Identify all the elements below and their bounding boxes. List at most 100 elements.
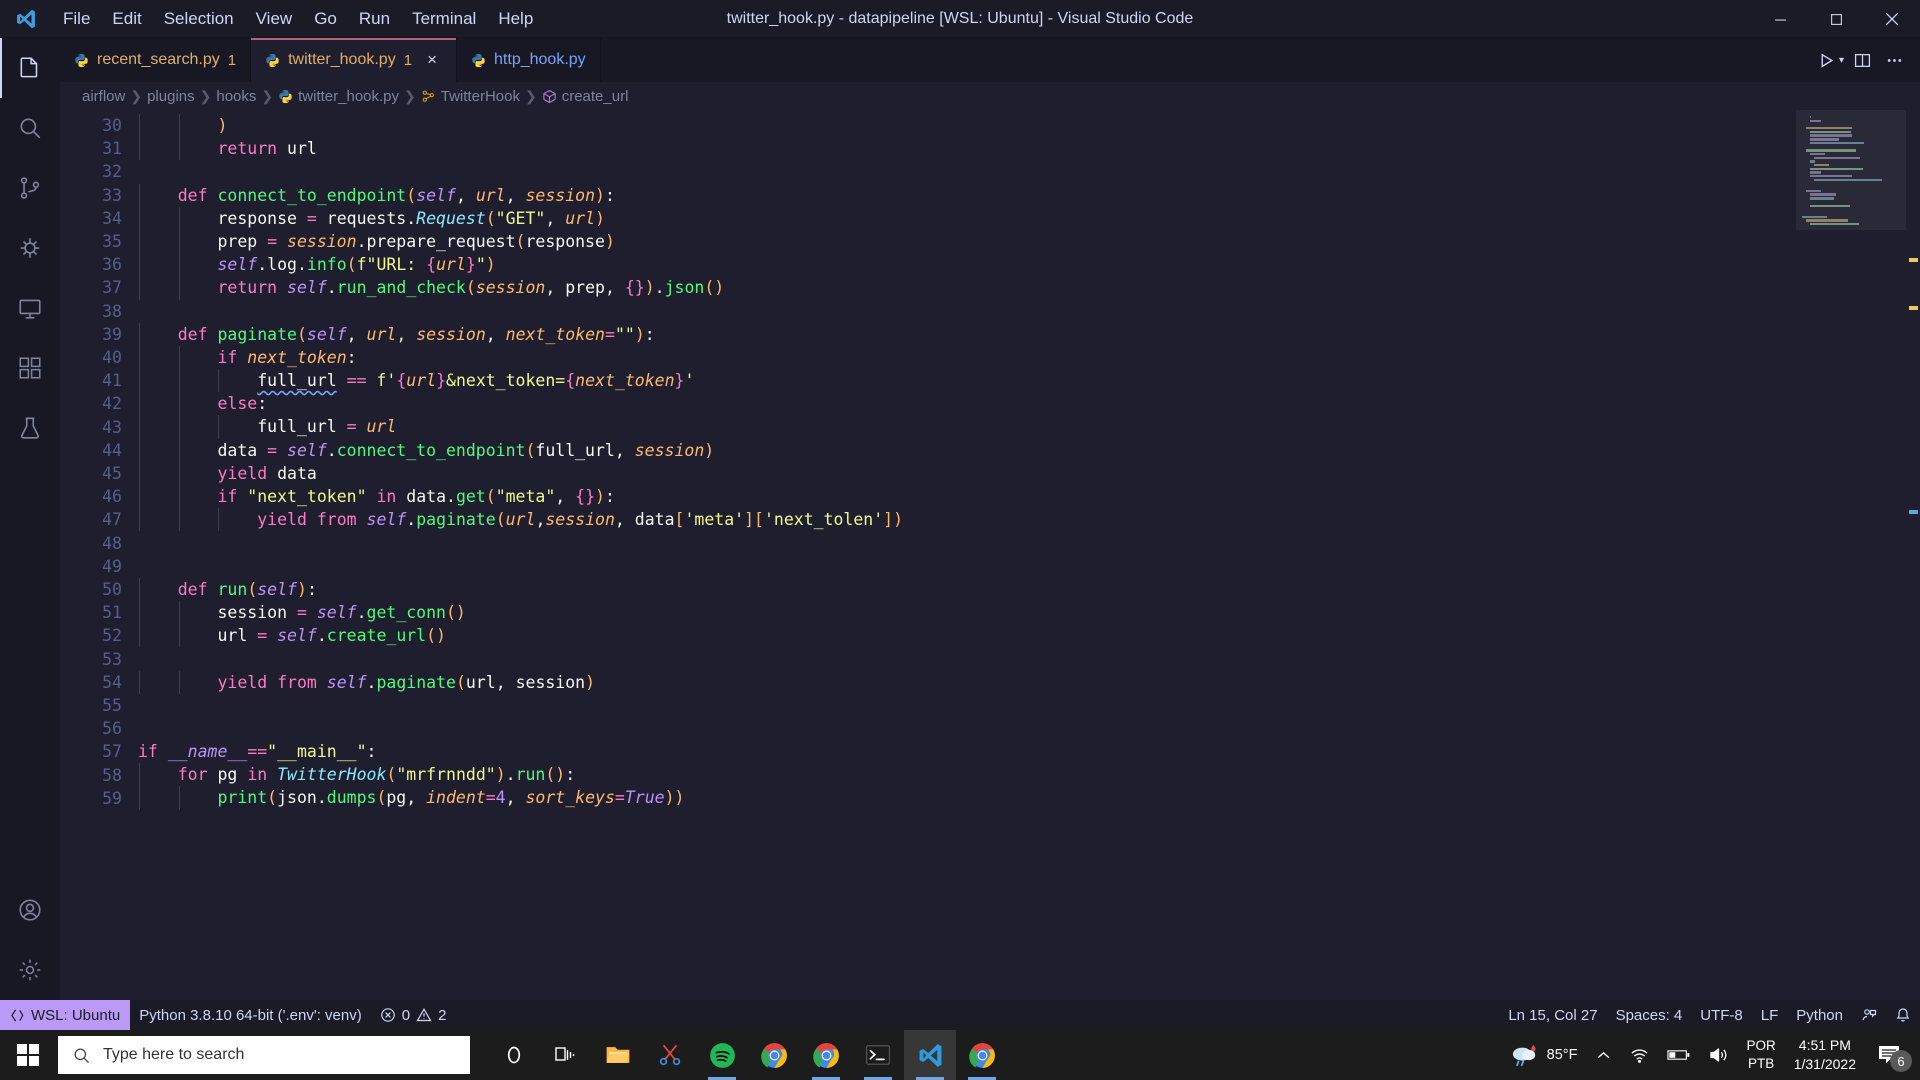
menu-edit[interactable]: Edit (101, 0, 152, 38)
code-line[interactable] (138, 531, 1796, 554)
tab-http_hook-py[interactable]: http_hook.py (457, 38, 601, 82)
notification-center-button[interactable]: 6 (1866, 1030, 1914, 1080)
editor-position-status[interactable]: Ln 15, Col 27 (1499, 1000, 1606, 1030)
code-line[interactable]: return url (138, 137, 1796, 161)
breadcrumb-item-file[interactable]: twitter_hook.py (278, 88, 399, 105)
code-editor[interactable]: 30 31 32 33 34 35 36 37 38 39 40 41 42 43 44 45 46 47 48 49… (60, 110, 1920, 1000)
code-line[interactable]: session = self.get_conn() (138, 600, 1796, 625)
code-line[interactable]: if __name__=="__main__": (138, 740, 1796, 763)
code-line[interactable]: self.log.info(f"URL: {url}") (138, 253, 1796, 277)
gear-icon[interactable] (0, 940, 60, 1000)
search-icon[interactable] (0, 98, 60, 158)
code-line[interactable] (138, 300, 1796, 323)
code-line[interactable] (138, 647, 1796, 670)
vscode-icon[interactable] (904, 1030, 956, 1080)
spotify-icon[interactable] (696, 1030, 748, 1080)
code-line[interactable]: def connect_to_endpoint(self, url, sessi… (138, 183, 1796, 207)
editor-eol-status[interactable]: LF (1752, 1000, 1788, 1030)
chrome-icon[interactable] (956, 1030, 1008, 1080)
menu-go[interactable]: Go (303, 0, 348, 38)
code-line[interactable]: if "next_token" in data.get("meta", {}): (138, 485, 1796, 509)
ellipsis-icon[interactable] (1880, 46, 1908, 74)
code-line[interactable]: yield data (138, 461, 1796, 485)
minimap[interactable] (1796, 110, 1906, 1000)
menu-run[interactable]: Run (348, 0, 401, 38)
terminal-icon[interactable] (852, 1030, 904, 1080)
code-line[interactable]: for pg in TwitterHook("mrfrnndd").run(): (138, 763, 1796, 787)
code-line[interactable]: response = requests.Request("GET", url) (138, 206, 1796, 230)
breadcrumb-item-class[interactable]: TwitterHook (421, 88, 520, 105)
search-input[interactable]: Type here to search (58, 1036, 470, 1074)
editor-language-status[interactable]: Python (1787, 1000, 1852, 1030)
task-view-icon[interactable] (540, 1030, 592, 1080)
problems-status[interactable]: 0 2 (371, 1000, 456, 1030)
code-scroll-area[interactable]: 30 31 32 33 34 35 36 37 38 39 40 41 42 43 44 45 46 47 48 49… (60, 110, 1796, 1000)
files-icon[interactable] (0, 38, 60, 98)
maximize-icon[interactable] (1808, 0, 1864, 38)
clock[interactable]: 4:51 PM 1/31/2022 (1784, 1030, 1866, 1080)
remote-indicator[interactable]: WSL: Ubuntu (0, 1000, 131, 1030)
menu-view[interactable]: View (245, 0, 304, 38)
code-line[interactable] (138, 555, 1796, 578)
feedback-icon[interactable] (1852, 1000, 1886, 1030)
breadcrumb-item-airflow[interactable]: airflow (82, 88, 125, 105)
code-line[interactable]: print(json.dumps(pg, indent=4, sort_keys… (138, 786, 1796, 810)
code-line[interactable]: url = self.create_url() (138, 624, 1796, 648)
beaker-icon[interactable] (0, 398, 60, 458)
code-line[interactable]: prep = session.prepare_request(response) (138, 229, 1796, 254)
tab-twitter_hook-py[interactable]: twitter_hook.py 1 × (251, 38, 458, 82)
weather-widget[interactable]: 85°F (1501, 1030, 1587, 1080)
scissors-icon[interactable] (644, 1030, 696, 1080)
code-line[interactable]: yield from self.paginate(url,session, da… (138, 508, 1796, 532)
minimap-slider[interactable] (1796, 110, 1906, 230)
chrome-icon[interactable] (748, 1030, 800, 1080)
python-interpreter-status[interactable]: Python 3.8.10 64-bit ('.env': venv) (130, 1000, 371, 1030)
editor-encoding-status[interactable]: UTF-8 (1691, 1000, 1752, 1030)
menu-selection[interactable]: Selection (153, 0, 245, 38)
chevron-up-icon[interactable] (1586, 1030, 1621, 1080)
close-tab-icon[interactable]: × (422, 50, 442, 70)
split-editor-icon[interactable] (1848, 46, 1876, 74)
code-line[interactable]: else: (138, 392, 1796, 416)
language-indicator[interactable]: POR PTB (1738, 1030, 1783, 1080)
code-line[interactable]: ) (138, 114, 1796, 138)
bell-icon[interactable] (1886, 1000, 1920, 1030)
tab-recent_search-py[interactable]: recent_search.py 1 (60, 38, 252, 82)
source-control-icon[interactable] (0, 158, 60, 218)
menu-file[interactable]: File (52, 0, 101, 38)
play-icon[interactable] (1813, 46, 1841, 74)
account-icon[interactable] (0, 880, 60, 940)
code-line[interactable]: def run(self): (138, 577, 1796, 601)
code-line[interactable]: full_url == f'{url}&next_token={next_tok… (138, 369, 1796, 393)
windows-start-icon[interactable] (0, 1030, 56, 1080)
breadcrumb-item-hooks[interactable]: hooks (216, 88, 256, 105)
code-line[interactable] (138, 694, 1796, 717)
code-line[interactable] (138, 160, 1796, 183)
code-line[interactable]: return self.run_and_check(session, prep,… (138, 276, 1796, 300)
debug-icon[interactable] (0, 218, 60, 278)
battery-icon[interactable] (1658, 1030, 1700, 1080)
code-content[interactable]: ) return url def connect_to_endpoint(sel… (138, 110, 1796, 1000)
menu-terminal[interactable]: Terminal (401, 0, 487, 38)
editor-indentation-status[interactable]: Spaces: 4 (1607, 1000, 1692, 1030)
close-icon[interactable] (1864, 0, 1920, 38)
editor-scrollbar[interactable] (1906, 110, 1920, 1000)
code-line[interactable]: full_url = url (138, 415, 1796, 439)
code-line[interactable]: if next_token: (138, 345, 1796, 370)
code-line[interactable]: yield from self.paginate(url, session) (138, 670, 1796, 694)
file-explorer-icon[interactable] (592, 1030, 644, 1080)
cortana-icon[interactable] (488, 1030, 540, 1080)
speaker-icon[interactable] (1700, 1030, 1738, 1080)
breadcrumb-item-plugins[interactable]: plugins (147, 88, 195, 105)
code-line[interactable] (138, 717, 1796, 740)
code-line[interactable]: def paginate(self, url, session, next_to… (138, 322, 1796, 346)
chrome-icon[interactable] (800, 1030, 852, 1080)
minimize-icon[interactable] (1752, 0, 1808, 38)
extensions-icon[interactable] (0, 338, 60, 398)
breadcrumb-item-method[interactable]: create_url (542, 88, 628, 105)
wifi-icon[interactable] (1621, 1030, 1658, 1080)
menu-help[interactable]: Help (487, 0, 544, 38)
code-line[interactable]: data = self.connect_to_endpoint(full_url… (138, 438, 1796, 462)
chevron-down-icon[interactable]: ▾ (1839, 55, 1844, 66)
remote-explorer-icon[interactable] (0, 278, 60, 338)
